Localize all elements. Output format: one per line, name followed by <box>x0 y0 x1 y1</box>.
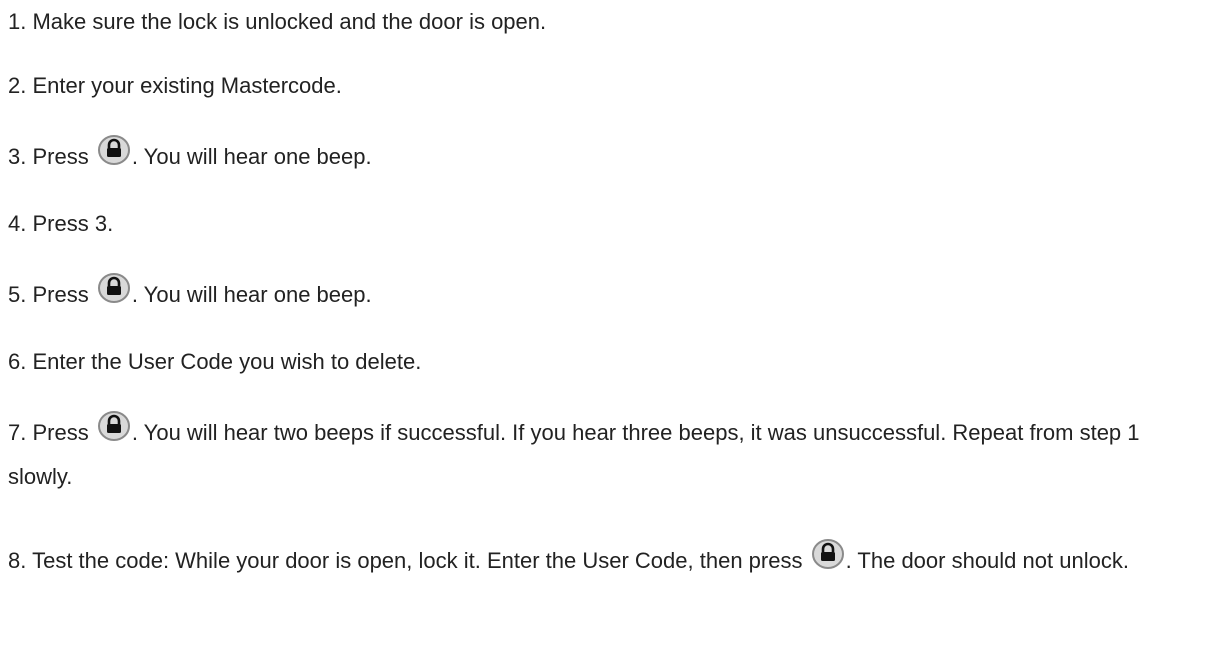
lock-button-icon <box>97 270 131 304</box>
step-number: 3. <box>8 144 27 169</box>
step-text-after: . The door should not unlock. <box>845 548 1129 573</box>
step-number: 8. <box>8 548 27 573</box>
step-text-after: . You will hear two beeps if successful.… <box>8 420 1140 489</box>
step-text-before: Test the code: While your door is open, … <box>32 548 803 573</box>
step-text-after: . You will hear one beep. <box>131 282 372 307</box>
lock-button-icon <box>811 536 845 570</box>
step-text-before: Press <box>32 420 89 445</box>
step-2: 2. Enter your existing Mastercode. <box>8 68 1203 104</box>
step-number: 2. <box>8 73 27 98</box>
instruction-steps: 1. Make sure the lock is unlocked and th… <box>0 0 1208 650</box>
lock-button-icon <box>97 408 131 442</box>
step-3: 3. Press . You will hear one beep. <box>8 132 1203 175</box>
step-5: 5. Press . You will hear one beep. <box>8 270 1203 313</box>
step-number: 1. <box>8 9 27 34</box>
step-7: 7. Press . You will hear two beeps if su… <box>8 408 1203 499</box>
step-text-before: Press <box>32 144 89 169</box>
step-text-after: . You will hear one beep. <box>131 144 372 169</box>
step-4: 4. Press 3. <box>8 206 1203 242</box>
step-text-before: Press <box>32 282 89 307</box>
step-text: Press 3. <box>32 211 114 236</box>
step-number: 6. <box>8 349 27 374</box>
step-1: 1. Make sure the lock is unlocked and th… <box>8 4 1203 40</box>
step-6: 6. Enter the User Code you wish to delet… <box>8 344 1203 380</box>
step-text: Enter your existing Mastercode. <box>32 73 342 98</box>
step-text: Make sure the lock is unlocked and the d… <box>32 9 547 34</box>
step-text: Enter the User Code you wish to delete. <box>32 349 422 374</box>
lock-button-icon <box>97 132 131 166</box>
step-8: 8. Test the code: While your door is ope… <box>8 536 1203 583</box>
step-number: 4. <box>8 211 27 236</box>
step-number: 7. <box>8 420 27 445</box>
step-number: 5. <box>8 282 27 307</box>
